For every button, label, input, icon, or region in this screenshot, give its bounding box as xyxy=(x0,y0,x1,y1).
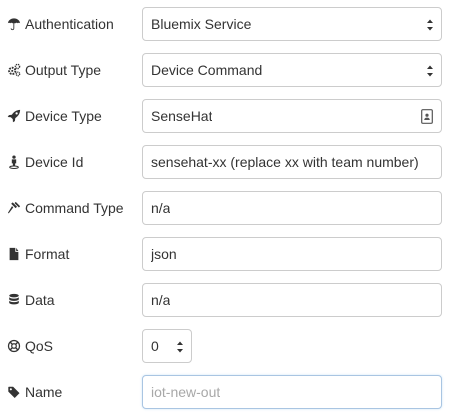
data-input[interactable]: n/a xyxy=(142,283,442,317)
format-value: json xyxy=(151,246,177,262)
row-name: Name iot-new-out xyxy=(0,375,450,409)
database-icon xyxy=(6,292,22,308)
format-label-container: Format xyxy=(6,237,142,271)
format-input[interactable]: json xyxy=(142,237,442,271)
life-ring-icon xyxy=(6,338,22,354)
device-id-value: sensehat-xx (replace xx with team number… xyxy=(151,154,419,170)
row-device-type: Device Type SenseHat xyxy=(0,99,450,133)
name-label: Name xyxy=(25,384,63,400)
command-type-label: Command Type xyxy=(25,200,124,216)
authentication-label-container: Authentication xyxy=(6,7,142,41)
qos-selected-value: 0 xyxy=(151,338,159,354)
output-type-label-container: Output Type xyxy=(6,53,142,87)
data-label-container: Data xyxy=(6,283,142,317)
command-type-label-container: Command Type xyxy=(6,191,142,225)
data-label: Data xyxy=(25,292,55,308)
output-type-selected-value: Device Command xyxy=(151,62,263,78)
rocket-icon xyxy=(6,108,22,124)
name-label-container: Name xyxy=(6,375,142,409)
tag-icon xyxy=(6,384,22,400)
device-type-label: Device Type xyxy=(25,108,102,124)
select-arrows-icon xyxy=(426,63,434,79)
output-type-select[interactable]: Device Command xyxy=(142,53,442,87)
output-type-label: Output Type xyxy=(25,62,102,78)
qos-select[interactable]: 0 xyxy=(142,329,192,363)
row-output-type: Output Type Device Command xyxy=(0,53,450,87)
command-type-value: n/a xyxy=(151,200,171,216)
data-value: n/a xyxy=(151,292,171,308)
umbrella-icon xyxy=(6,16,22,32)
row-format: Format json xyxy=(0,237,450,271)
name-input[interactable]: iot-new-out xyxy=(142,375,442,409)
node-config-form: Authentication Bluemix Service Output Ty… xyxy=(0,0,450,419)
file-icon xyxy=(6,246,22,262)
device-id-label: Device Id xyxy=(25,154,84,170)
authentication-label: Authentication xyxy=(25,16,114,32)
device-type-input[interactable]: SenseHat xyxy=(142,99,442,133)
name-placeholder: iot-new-out xyxy=(151,384,221,400)
contact-card-icon[interactable] xyxy=(421,109,433,124)
row-data: Data n/a xyxy=(0,283,450,317)
device-type-value: SenseHat xyxy=(151,108,213,124)
cogs-icon xyxy=(6,62,22,78)
device-id-input[interactable]: sensehat-xx (replace xx with team number… xyxy=(142,145,442,179)
select-arrows-icon xyxy=(426,17,434,33)
authentication-select[interactable]: Bluemix Service xyxy=(142,7,442,41)
device-id-label-container: Device Id xyxy=(6,145,142,179)
select-arrows-icon xyxy=(176,339,184,355)
device-type-label-container: Device Type xyxy=(6,99,142,133)
row-authentication: Authentication Bluemix Service xyxy=(0,7,450,41)
row-device-id: Device Id sensehat-xx (replace xx with t… xyxy=(0,145,450,179)
row-qos: QoS 0 xyxy=(0,329,450,363)
gavel-icon xyxy=(6,200,22,216)
command-type-input[interactable]: n/a xyxy=(142,191,442,225)
qos-label-container: QoS xyxy=(6,329,142,363)
format-label: Format xyxy=(25,246,70,262)
row-command-type: Command Type n/a xyxy=(0,191,450,225)
qos-label: QoS xyxy=(25,338,54,354)
authentication-selected-value: Bluemix Service xyxy=(151,16,252,32)
street-view-icon xyxy=(6,154,22,170)
